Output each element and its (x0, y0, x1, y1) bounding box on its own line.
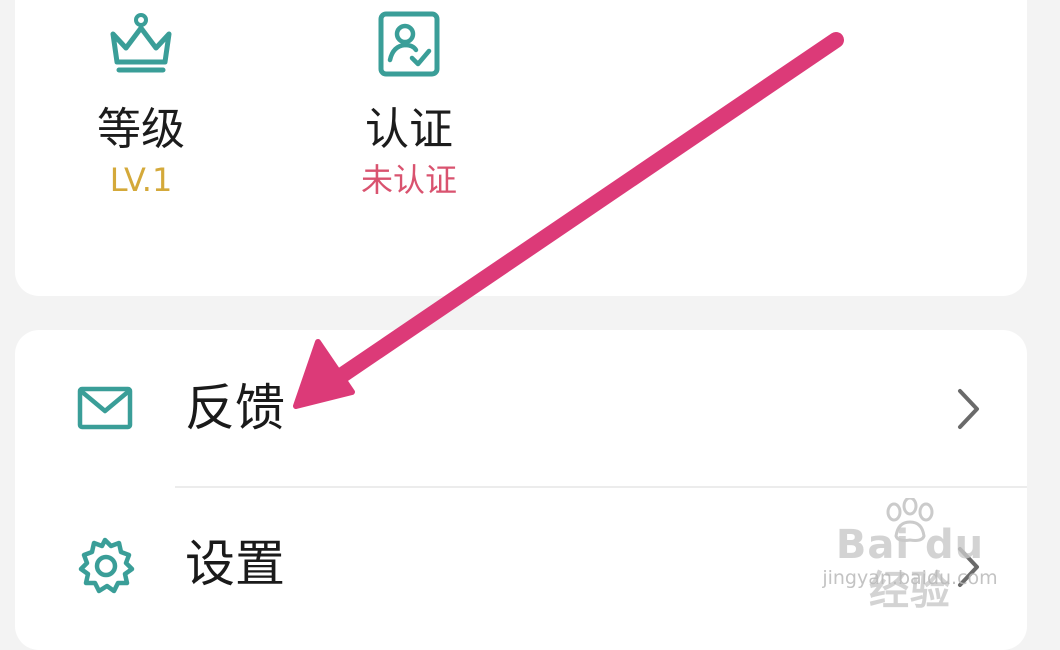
profile-stats-card: 等级 LV.1 认证 未认证 (15, 0, 1027, 296)
level-stat[interactable]: 等级 LV.1 (41, 10, 241, 200)
baidu-jingyan-watermark: Bai du 经验 jingyan.baidu.com (812, 498, 1008, 614)
verification-stat[interactable]: 认证 未认证 (309, 10, 509, 200)
verification-value: 未认证 (360, 161, 457, 199)
crown-icon (110, 13, 172, 73)
feedback-label: 反馈 (185, 379, 285, 437)
watermark-url: jingyan.baidu.com (822, 567, 998, 589)
level-label: 等级 (97, 104, 185, 155)
menu-item-feedback[interactable]: 反馈 (15, 330, 1027, 488)
gear-icon (78, 537, 135, 594)
level-value: LV.1 (109, 161, 173, 199)
verification-label: 认证 (365, 104, 453, 155)
verified-id-icon (378, 11, 440, 77)
chevron-right-icon (958, 389, 979, 429)
mail-icon (77, 386, 133, 430)
settings-label: 设置 (185, 535, 285, 593)
